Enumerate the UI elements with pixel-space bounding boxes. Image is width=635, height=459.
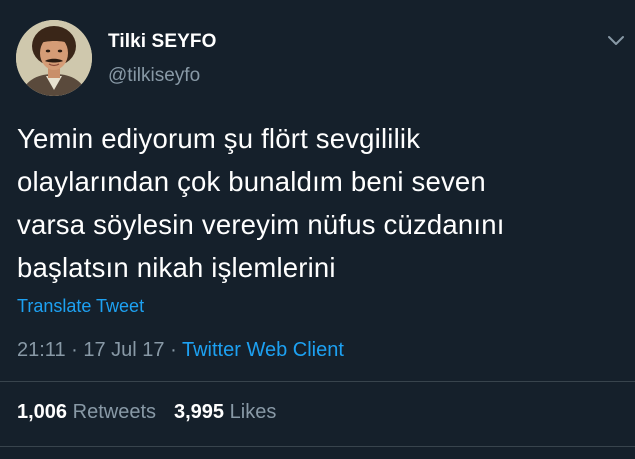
chevron-down-icon[interactable]: [605, 33, 627, 49]
meta-separator: ·: [170, 339, 177, 361]
tweet-text: Yemin ediyorum şu flört sevgililik olayl…: [17, 117, 607, 289]
meta-separator: ·: [71, 339, 78, 361]
likes-label: Likes: [229, 401, 277, 423]
tweet-stats: 1,006 Retweets 3,995 Likes: [17, 401, 276, 424]
tweet-date[interactable]: 17 Jul 17: [83, 339, 164, 361]
tweet-text-line: başlatsın nikah işlemlerini: [17, 252, 336, 283]
tweet-card: Tilki SEYFO @tilkiseyfo Yemin ediyorum ş…: [0, 0, 635, 459]
tweet-client-link[interactable]: Twitter Web Client: [182, 339, 344, 361]
likes-stat[interactable]: 3,995 Likes: [174, 401, 276, 423]
tweet-metadata: 21:11 · 17 Jul 17 · Twitter Web Client: [17, 339, 344, 362]
tweet-text-line: Yemin ediyorum şu flört sevgililik: [17, 123, 421, 154]
translate-tweet-link[interactable]: Translate Tweet: [17, 296, 144, 317]
retweets-stat[interactable]: 1,006 Retweets: [17, 401, 156, 423]
retweets-label: Retweets: [72, 401, 156, 423]
divider: [0, 381, 635, 382]
avatar-photo: [16, 20, 92, 96]
tweet-time[interactable]: 21:11: [17, 339, 66, 361]
retweets-count: 1,006: [17, 401, 68, 423]
tweet-text-line: varsa söylesin vereyim nüfus cüzdanını: [17, 209, 505, 240]
tweet-text-line: olaylarından çok bunaldım beni seven: [17, 166, 486, 197]
user-handle[interactable]: @tilkiseyfo: [108, 65, 200, 87]
likes-count: 3,995: [174, 401, 225, 423]
divider: [0, 446, 635, 447]
display-name[interactable]: Tilki SEYFO: [108, 31, 216, 53]
avatar[interactable]: [16, 20, 92, 96]
